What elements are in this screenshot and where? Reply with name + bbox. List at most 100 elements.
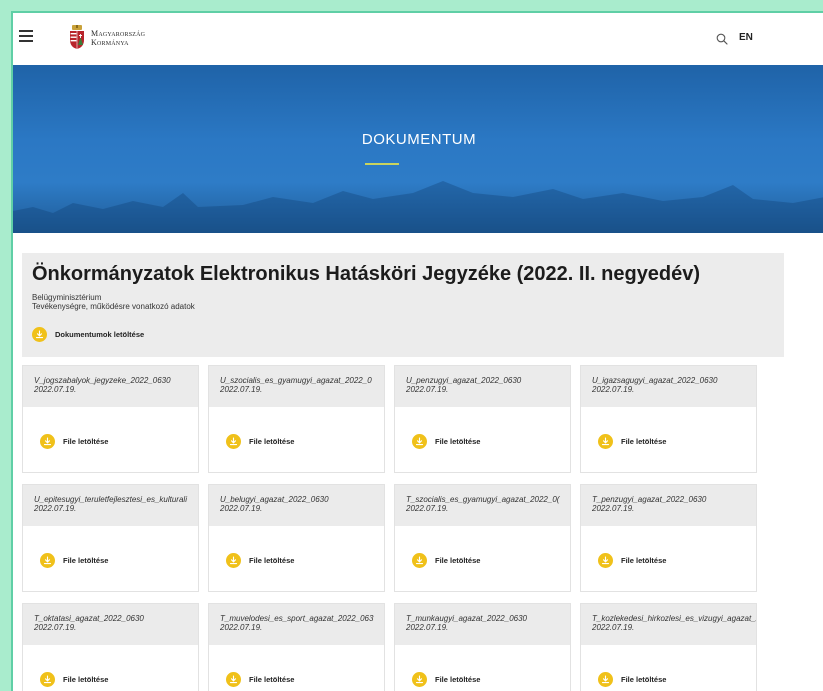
download-icon (412, 434, 427, 449)
file-download-label: File letöltése (621, 556, 667, 565)
file-name: T_kozlekedesi_hirkozlesi_es_vizugyi_agaz… (592, 614, 756, 623)
file-date: 2022.07.19. (220, 385, 263, 394)
file-card: T_penzugyi_agazat_2022_0630 2022.07.19. Fi… (580, 484, 757, 592)
file-name: T_szocialis_es_gyamugyi_agazat_2022_0( (406, 495, 560, 504)
file-name: T_munkaugyi_agazat_2022_0630 (406, 614, 527, 623)
download-icon (598, 553, 613, 568)
file-card-header: T_kozlekedesi_hirkozlesi_es_vizugyi_agaz… (581, 604, 756, 645)
file-download-button[interactable]: File letöltése (226, 672, 294, 687)
hero-underline (365, 163, 399, 165)
document-info-card: Önkormányzatok Elektronikus Hatásköri Je… (22, 253, 784, 357)
file-date: 2022.07.19. (220, 623, 263, 632)
file-card: T_oktatasi_agazat_2022_0630 2022.07.19. Fi… (22, 603, 199, 691)
file-card-header: T_muvelodesi_es_sport_agazat_2022_063 202… (209, 604, 384, 645)
file-download-button[interactable]: File letöltése (598, 553, 666, 568)
file-download-button[interactable]: File letöltése (226, 553, 294, 568)
file-download-label: File letöltése (63, 437, 109, 446)
file-date: 2022.07.19. (406, 504, 449, 513)
download-documents-label: Dokumentumok letöltése (55, 330, 145, 339)
file-download-label: File letöltése (435, 437, 481, 446)
download-icon (412, 672, 427, 687)
file-download-button[interactable]: File letöltése (40, 434, 108, 449)
download-icon (40, 553, 55, 568)
file-download-button[interactable]: File letöltése (226, 434, 294, 449)
file-card-header: T_munkaugyi_agazat_2022_0630 2022.07.19. (395, 604, 570, 645)
logo-line-1: Magyarország (91, 29, 146, 38)
file-download-button[interactable]: File letöltése (412, 672, 480, 687)
file-name: U_igazsagugyi_agazat_2022_0630 (592, 376, 718, 385)
file-date: 2022.07.19. (406, 385, 449, 394)
file-card: T_szocialis_es_gyamugyi_agazat_2022_0(20… (394, 484, 571, 592)
file-card-header: T_szocialis_es_gyamugyi_agazat_2022_0(20… (395, 485, 570, 526)
file-card-header: U_penzugyi_agazat_2022_0630 2022.07.19. (395, 366, 570, 407)
file-date: 2022.07.19. (406, 623, 449, 632)
download-icon (412, 553, 427, 568)
document-category: Tevékenységre, működésre vonatkozó adato… (32, 302, 195, 311)
browser-viewport: Magyarország Kormánya EN DOKUMENTUM Önko… (11, 11, 823, 691)
file-card-header: V_jogszabalyok_jegyzeke_2022_0630 2022.07… (23, 366, 198, 407)
file-name: V_jogszabalyok_jegyzeke_2022_0630 (34, 376, 171, 385)
download-icon (226, 553, 241, 568)
file-download-label: File letöltése (621, 675, 667, 684)
file-card: V_jogszabalyok_jegyzeke_2022_0630 2022.07… (22, 365, 199, 473)
file-download-button[interactable]: File letöltése (40, 553, 108, 568)
file-download-button[interactable]: File letöltése (598, 434, 666, 449)
document-ministry: Belügyminisztérium (32, 293, 102, 302)
menu-icon[interactable] (19, 30, 33, 42)
file-card-header: T_oktatasi_agazat_2022_0630 2022.07.19. (23, 604, 198, 645)
file-card-header: U_igazsagugyi_agazat_2022_0630 2022.07.19… (581, 366, 756, 407)
download-icon (598, 672, 613, 687)
download-icon (598, 434, 613, 449)
file-download-button[interactable]: File letöltése (598, 672, 666, 687)
file-download-label: File letöltése (63, 675, 109, 684)
search-icon[interactable] (716, 33, 728, 45)
file-card: T_kozlekedesi_hirkozlesi_es_vizugyi_agaz… (580, 603, 757, 691)
download-icon (40, 672, 55, 687)
government-logo-text[interactable]: Magyarország Kormánya (91, 29, 145, 47)
file-download-label: File letöltése (249, 675, 295, 684)
file-download-label: File letöltése (435, 675, 481, 684)
file-date: 2022.07.19. (34, 385, 77, 394)
file-card: U_belugyi_agazat_2022_0630 2022.07.19. Fil… (208, 484, 385, 592)
file-card: T_muvelodesi_es_sport_agazat_2022_063 202… (208, 603, 385, 691)
file-name: T_penzugyi_agazat_2022_0630 (592, 495, 707, 504)
file-name: T_muvelodesi_es_sport_agazat_2022_063 (220, 614, 374, 623)
file-download-label: File letöltése (63, 556, 109, 565)
download-icon (226, 434, 241, 449)
file-name: T_oktatasi_agazat_2022_0630 (34, 614, 144, 623)
file-name: U_penzugyi_agazat_2022_0630 (406, 376, 522, 385)
file-card: U_epitesugyi_teruletfejlesztesi_es_kultu… (22, 484, 199, 592)
file-card: U_szocialis_es_gyamugyi_agazat_2022_0 202… (208, 365, 385, 473)
file-download-label: File letöltése (249, 556, 295, 565)
download-icon (32, 327, 47, 342)
file-name: U_epitesugyi_teruletfejlesztesi_es_kultu… (34, 495, 187, 504)
file-card: T_munkaugyi_agazat_2022_0630 2022.07.19. F… (394, 603, 571, 691)
logo-line-2: Kormánya (91, 38, 129, 47)
download-icon (226, 672, 241, 687)
file-date: 2022.07.19. (34, 504, 77, 513)
coat-of-arms-icon[interactable] (69, 25, 85, 49)
download-icon (40, 434, 55, 449)
file-name: U_belugyi_agazat_2022_0630 (220, 495, 329, 504)
file-download-button[interactable]: File letöltése (40, 672, 108, 687)
file-card: U_igazsagugyi_agazat_2022_0630 2022.07.19… (580, 365, 757, 473)
file-download-label: File letöltése (249, 437, 295, 446)
file-date: 2022.07.19. (220, 504, 263, 513)
file-download-button[interactable]: File letöltése (412, 434, 480, 449)
file-card: U_penzugyi_agazat_2022_0630 2022.07.19. Fi… (394, 365, 571, 473)
top-navigation-bar: Magyarország Kormánya EN (13, 13, 823, 65)
language-switch[interactable]: EN (739, 32, 753, 43)
file-download-label: File letöltése (621, 437, 667, 446)
file-card-header: U_szocialis_es_gyamugyi_agazat_2022_0 202… (209, 366, 384, 407)
file-date: 2022.07.19. (592, 385, 635, 394)
file-card-header: U_belugyi_agazat_2022_0630 2022.07.19. (209, 485, 384, 526)
file-date: 2022.07.19. (592, 504, 635, 513)
file-date: 2022.07.19. (592, 623, 635, 632)
document-title: Önkormányzatok Elektronikus Hatásköri Je… (32, 263, 701, 285)
file-card-header: U_epitesugyi_teruletfejlesztesi_es_kultu… (23, 485, 198, 526)
file-download-button[interactable]: File letöltése (412, 553, 480, 568)
file-name: U_szocialis_es_gyamugyi_agazat_2022_0 (220, 376, 372, 385)
download-documents-button[interactable]: Dokumentumok letöltése (32, 327, 144, 342)
file-download-label: File letöltése (435, 556, 481, 565)
skyline-decoration (13, 181, 823, 233)
